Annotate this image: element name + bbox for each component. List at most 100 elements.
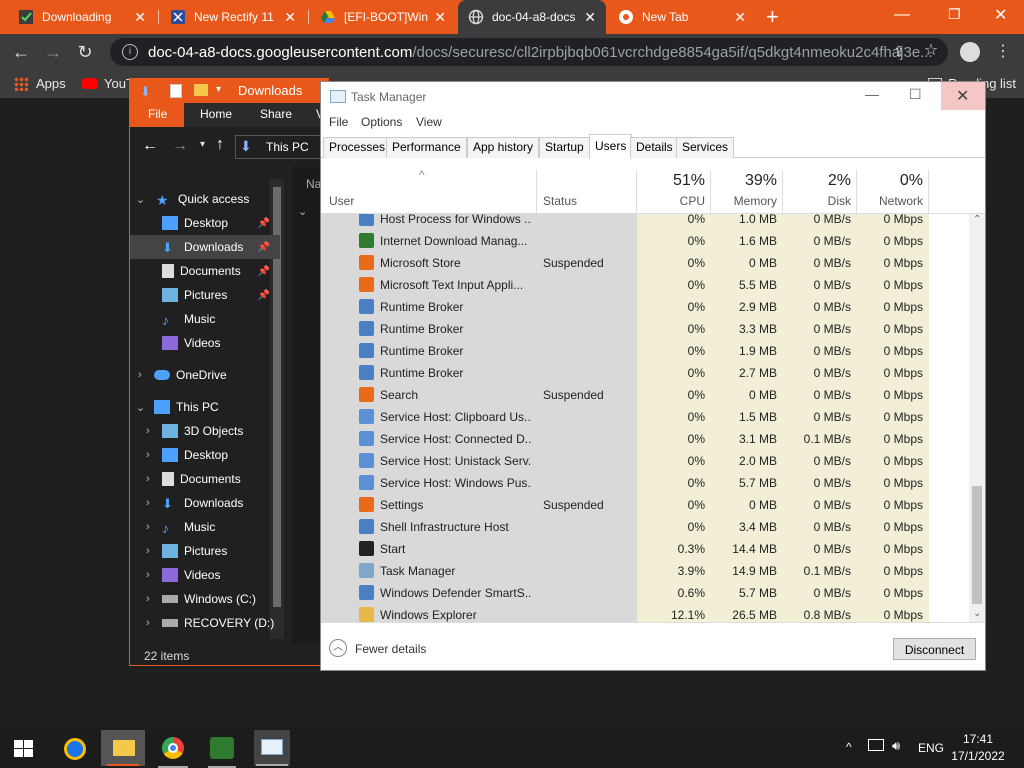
disk-usage-percent[interactable]: 2% — [783, 172, 851, 190]
expand-chevron-icon[interactable]: › — [146, 449, 150, 461]
new-tab-button[interactable]: + — [766, 4, 779, 30]
profile-avatar-icon[interactable] — [960, 42, 980, 62]
bookmark-apps[interactable]: Apps — [14, 76, 66, 91]
chrome-taskbar-icon[interactable] — [158, 737, 188, 768]
close-tab-icon[interactable]: ✕ — [734, 9, 746, 26]
disconnect-button[interactable]: Disconnect — [893, 638, 976, 660]
tree-qa-downloads[interactable]: ⬇ Downloads 📌 — [130, 235, 280, 259]
table-row[interactable]: Microsoft Text Input Appli... 0% 5.5 MB 0 M… — [321, 274, 969, 296]
minimize-icon[interactable]: — — [865, 86, 879, 102]
table-row[interactable]: Windows Explorer 12.1% 26.5 MB 0.8 MB/s 0 Mb… — [321, 604, 969, 622]
column-network[interactable]: Network — [857, 194, 923, 208]
bookmark-youtube[interactable]: YouT — [82, 76, 134, 91]
recent-dropdown-icon[interactable]: ▾ — [200, 139, 205, 150]
back-arrow-icon[interactable]: ← — [10, 41, 32, 63]
close-tab-icon[interactable]: ✕ — [134, 9, 146, 26]
folder-icon[interactable] — [194, 84, 208, 96]
table-row[interactable]: Runtime Broker 0% 1.9 MB 0 MB/s 0 Mbps — [321, 340, 969, 362]
expand-chevron-icon[interactable]: › — [146, 545, 150, 557]
close-tab-icon[interactable]: ✕ — [584, 9, 596, 26]
minimize-icon[interactable]: — — [894, 6, 910, 24]
table-row[interactable]: Service Host: Windows Pus... 0% 5.7 MB 0 MB… — [321, 472, 969, 494]
tree-qa-pictures[interactable]: Pictures 📌 — [130, 283, 280, 307]
clock[interactable]: 17:41 17/1/2022 — [950, 732, 1006, 763]
expand-chevron-icon[interactable]: › — [146, 521, 150, 533]
column-user[interactable]: User — [329, 194, 354, 208]
tab-performance[interactable]: Performance — [386, 137, 467, 158]
forward-arrow-icon[interactable]: → — [42, 41, 64, 63]
quick-toolbar-dropdown-icon[interactable]: ▾ — [216, 84, 221, 95]
tree-pc-documents[interactable]: › Documents — [130, 467, 280, 491]
expand-chevron-icon[interactable]: › — [146, 425, 150, 437]
menu-options[interactable]: Options — [361, 115, 402, 129]
table-row[interactable]: Internet Download Manag... 0% 1.6 MB 0 MB/s… — [321, 230, 969, 252]
tab-efi-boot[interactable]: [EFI-BOOT]Win ✕ — [310, 0, 456, 34]
scroll-down-icon[interactable]: ⌄ — [973, 608, 981, 619]
tree-pc-music[interactable]: › ♪ Music — [130, 515, 280, 539]
network-usage-percent[interactable]: 0% — [857, 172, 923, 190]
bookmark-star-icon[interactable]: ☆ — [920, 40, 942, 62]
share-icon[interactable]: ⇪ — [888, 40, 910, 62]
ribbon-tab-share[interactable]: Share — [260, 107, 292, 121]
volume-icon[interactable]: 🔊︎ — [892, 738, 900, 754]
table-row[interactable]: Runtime Broker 0% 2.7 MB 0 MB/s 0 Mbps — [321, 362, 969, 384]
chevron-up-icon[interactable]: ^ — [846, 740, 852, 754]
fewer-details-link[interactable]: Fewer details — [355, 642, 426, 656]
tab-new-rectify[interactable]: New Rectify 11 ✕ — [160, 0, 306, 34]
tab-app-history[interactable]: App history — [467, 137, 540, 158]
tab-new-tab[interactable]: New Tab ✕ — [608, 0, 756, 34]
tree-pc-drive-c[interactable]: › Windows (C:) — [130, 587, 280, 611]
windows-start-icon[interactable] — [14, 740, 34, 758]
column-status[interactable]: Status — [543, 194, 577, 208]
restore-icon[interactable]: ❐ — [948, 6, 961, 23]
menu-file[interactable]: File — [329, 115, 348, 129]
expand-chevron-icon[interactable]: ⌄ — [136, 193, 145, 206]
table-row[interactable]: Runtime Broker 0% 2.9 MB 0 MB/s 0 Mbps — [321, 296, 969, 318]
maximize-icon[interactable]: ☐ — [909, 86, 922, 103]
menu-view[interactable]: View — [416, 115, 442, 129]
expand-chevron-icon[interactable]: › — [146, 617, 150, 629]
tree-this-pc[interactable]: ⌄ This PC — [130, 395, 280, 419]
close-tab-icon[interactable]: ✕ — [434, 9, 446, 26]
ribbon-tab-file[interactable]: File — [148, 107, 167, 121]
collapse-chevron-icon[interactable]: ⌄ — [298, 205, 307, 218]
table-row[interactable]: Host Process for Windows ... 0% 1.0 MB 0 MB… — [321, 214, 969, 230]
tree-pc-drive-d[interactable]: › RECOVERY (D:) — [130, 611, 280, 635]
tab-downloading[interactable]: Downloading ✕ — [8, 0, 156, 34]
tree-qa-desktop[interactable]: Desktop 📌 — [130, 211, 280, 235]
info-icon[interactable]: i — [122, 44, 138, 60]
browser-taskbar-icon[interactable] — [64, 738, 86, 760]
collapse-chevron-icon[interactable]: ︿ — [329, 639, 347, 657]
table-row[interactable]: Search Suspended 0% 0 MB 0 MB/s 0 Mbps — [321, 384, 969, 406]
expand-chevron-icon[interactable]: › — [146, 569, 150, 581]
reload-icon[interactable]: ↻ — [74, 41, 96, 63]
scroll-up-icon[interactable]: ⌃ — [973, 214, 981, 225]
tree-quick-access[interactable]: ⌄ ★ Quick access — [130, 187, 280, 211]
expand-chevron-icon[interactable]: › — [146, 593, 150, 605]
more-menu-icon[interactable]: ⋮ — [992, 41, 1014, 63]
address-bar[interactable]: i doc-04-a8-docs.googleusercontent.com/d… — [110, 38, 948, 66]
tree-pc-downloads[interactable]: › ⬇ Downloads — [130, 491, 280, 515]
cpu-usage-percent[interactable]: 51% — [637, 172, 705, 190]
column-disk[interactable]: Disk — [783, 194, 851, 208]
download-manager-taskbar-icon[interactable] — [208, 737, 236, 768]
tree-pc-3d-objects[interactable]: › 3D Objects — [130, 419, 280, 443]
file-explorer-taskbar-button[interactable] — [101, 730, 145, 766]
tree-qa-videos[interactable]: Videos — [130, 331, 280, 355]
expand-chevron-icon[interactable]: › — [138, 369, 142, 381]
table-row[interactable]: Runtime Broker 0% 3.3 MB 0 MB/s 0 Mbps — [321, 318, 969, 340]
scrollbar-thumb[interactable] — [972, 486, 982, 604]
memory-usage-percent[interactable]: 39% — [711, 172, 777, 190]
tree-pc-pictures[interactable]: › Pictures — [130, 539, 280, 563]
language-indicator[interactable]: ENG — [918, 741, 944, 755]
table-row[interactable]: Windows Defender SmartS... 0.6% 5.7 MB 0 MB… — [321, 582, 969, 604]
tree-pc-videos[interactable]: › Videos — [130, 563, 280, 587]
column-cpu[interactable]: CPU — [637, 194, 705, 208]
close-button[interactable]: ✕ — [941, 82, 985, 110]
table-row[interactable]: Service Host: Clipboard Us... 0% 1.5 MB 0 M… — [321, 406, 969, 428]
tree-qa-documents[interactable]: Documents 📌 — [130, 259, 280, 283]
network-icon[interactable] — [868, 739, 884, 751]
tab-doc-active[interactable]: doc-04-a8-docs ✕ — [458, 0, 606, 34]
back-arrow-icon[interactable]: ← — [142, 137, 158, 155]
table-row[interactable]: Task Manager 3.9% 14.9 MB 0.1 MB/s 0 Mbps — [321, 560, 969, 582]
